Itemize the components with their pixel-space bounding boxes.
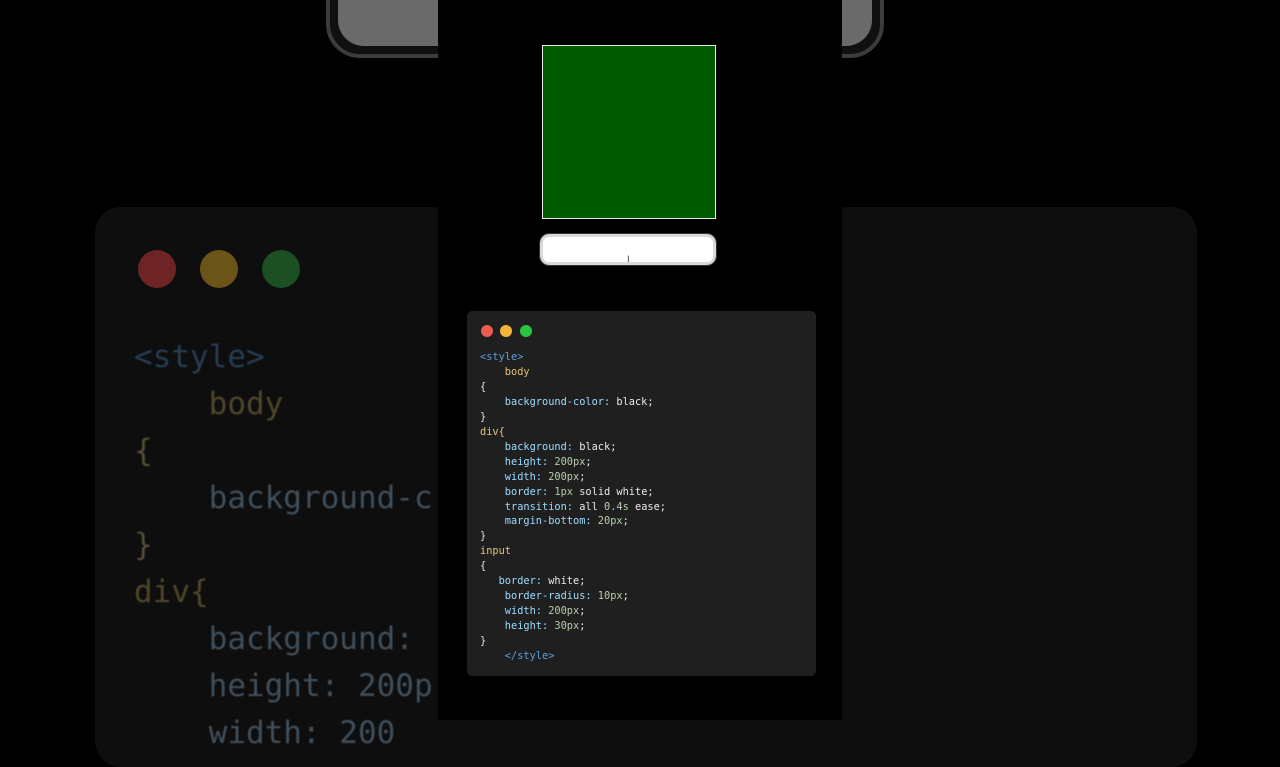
background-green-dot xyxy=(262,250,300,288)
code-line: transition: all 0.4s ease; xyxy=(480,501,666,513)
bg-code-line: height: 200p xyxy=(134,668,433,704)
demo-div-box[interactable] xyxy=(542,45,716,219)
css-value: black; xyxy=(573,440,617,453)
code-line: <style> xyxy=(480,351,524,363)
code-line: border-radius: 10px; xyxy=(480,590,629,602)
bg-code-line: body xyxy=(134,386,284,422)
code-line: background-color: black; xyxy=(480,396,654,408)
demo-text-input[interactable]: I xyxy=(539,233,717,266)
css-property: border: xyxy=(480,485,549,498)
css-value: ; xyxy=(579,605,586,618)
bg-code-line: { xyxy=(134,433,153,469)
maximize-dot-icon xyxy=(520,325,532,337)
code-line: } xyxy=(480,530,487,543)
css-value: white; xyxy=(542,575,586,588)
css-number: 200px xyxy=(548,605,580,618)
css-number: 200px xyxy=(548,470,580,483)
css-value: ease; xyxy=(628,500,667,513)
css-property: background: xyxy=(480,440,573,453)
css-number: 1px xyxy=(554,485,574,498)
bg-code-line: background-c xyxy=(134,480,433,516)
preview-panel: I <style> body { background-color: black… xyxy=(438,0,842,720)
bg-code-line: <style> xyxy=(134,339,265,375)
css-number: 0.4s xyxy=(604,500,629,513)
text-cursor-icon: I xyxy=(627,255,630,265)
minimize-dot-icon xyxy=(500,325,512,337)
css-property: margin-bottom: xyxy=(480,515,592,528)
css-property: width: xyxy=(480,605,542,618)
code-line: { xyxy=(480,560,487,573)
background-code-text: <style> body { background-c } div{ backg… xyxy=(134,334,433,757)
code-line: margin-bottom: 20px; xyxy=(480,515,629,527)
background-yellow-dot xyxy=(200,250,238,288)
css-value: ; xyxy=(622,515,629,528)
css-property: transition: xyxy=(480,500,573,513)
css-value: ; xyxy=(622,590,629,603)
background-red-dot xyxy=(138,250,176,288)
code-line: input xyxy=(480,545,511,558)
code-line: { xyxy=(480,380,487,393)
code-line: border: white; xyxy=(480,575,586,588)
css-property: height: xyxy=(480,455,549,468)
css-number: 200px xyxy=(554,455,586,468)
code-line: } xyxy=(480,410,487,423)
bg-code-line: background: xyxy=(134,621,414,657)
css-property: width: xyxy=(480,470,542,483)
css-number: 10px xyxy=(597,590,623,603)
bg-code-line: } xyxy=(134,527,153,563)
code-line: </style> xyxy=(480,650,555,663)
code-line: div{ xyxy=(480,425,505,438)
css-value: ; xyxy=(579,620,586,633)
css-property: border-radius: xyxy=(480,590,592,603)
css-value: solid white; xyxy=(573,485,654,498)
code-window: <style> body { background-color: black; … xyxy=(467,311,816,676)
code-line: body xyxy=(480,365,530,378)
css-property: border: xyxy=(480,575,542,588)
css-value: ; xyxy=(579,470,586,483)
code-line: height: 30px; xyxy=(480,620,586,633)
css-value: ; xyxy=(585,455,592,468)
css-number: 20px xyxy=(597,515,623,528)
bg-code-line: div{ xyxy=(134,574,209,610)
code-block: <style> body { background-color: black; … xyxy=(480,350,666,664)
code-line: } xyxy=(480,635,487,648)
code-line: width: 200px; xyxy=(480,605,586,618)
code-line: width: 200px; xyxy=(480,470,586,483)
css-property: background-color: xyxy=(480,395,611,408)
css-value: black; xyxy=(610,395,654,408)
css-value: all xyxy=(573,500,604,513)
close-dot-icon xyxy=(481,325,493,337)
css-property: height: xyxy=(480,620,549,633)
css-number: 30px xyxy=(554,620,580,633)
code-line: border: 1px solid white; xyxy=(480,486,654,498)
code-line: height: 200px; xyxy=(480,456,592,468)
bg-code-line: width: 200 xyxy=(134,715,396,751)
code-line: background: black; xyxy=(480,440,617,453)
